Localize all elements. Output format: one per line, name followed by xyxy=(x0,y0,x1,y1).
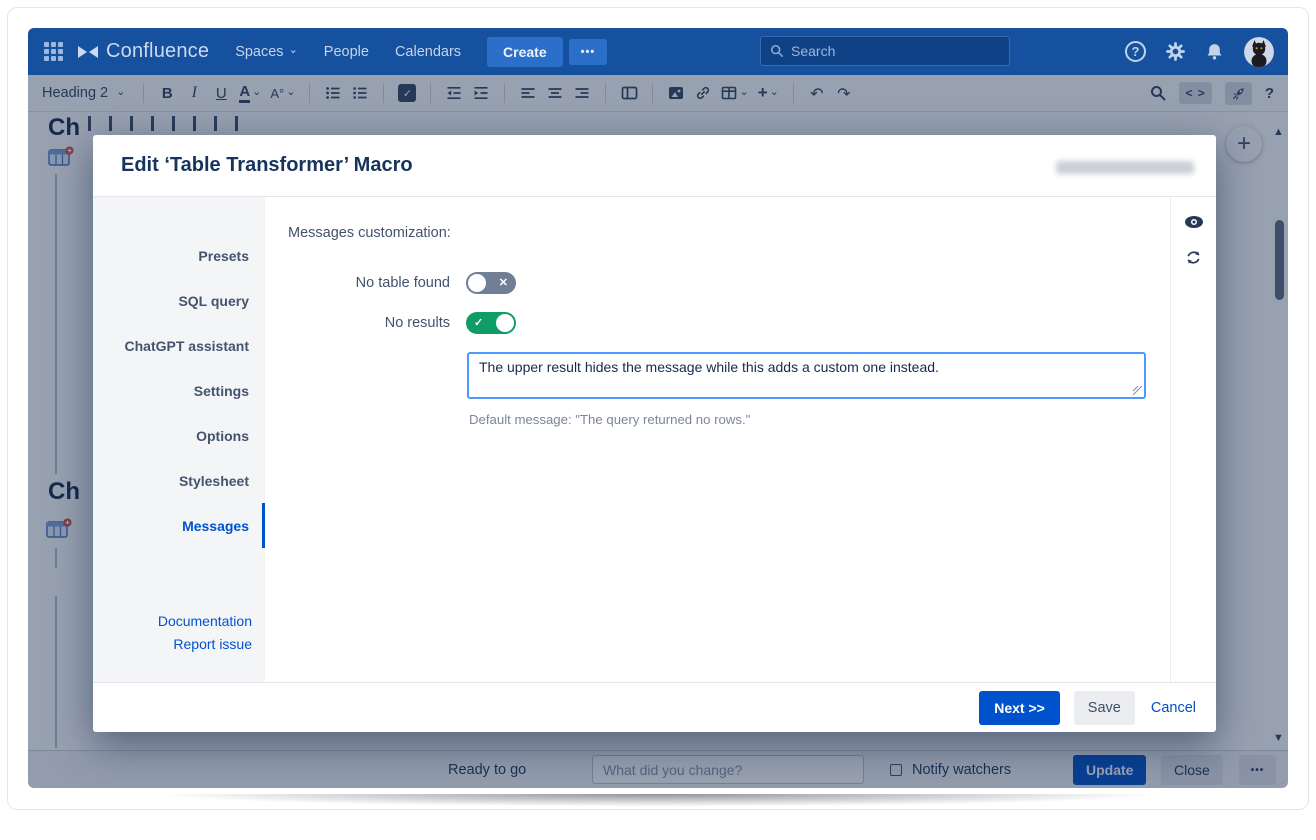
toggle-row-no-results: No results ✓ xyxy=(288,312,1170,334)
cancel-button[interactable]: Cancel xyxy=(1151,700,1196,716)
resize-handle[interactable] xyxy=(1133,386,1142,395)
help-icon[interactable]: ? xyxy=(1125,41,1146,62)
sidebar-item-presets[interactable]: Presets xyxy=(93,233,265,278)
sidebar-item-stylesheet[interactable]: Stylesheet xyxy=(93,458,265,503)
no-results-toggle[interactable]: ✓ xyxy=(466,312,516,334)
browser-ui: Confluence Spaces ⌄ People Calendars Crea… xyxy=(28,28,1288,788)
nav-spaces[interactable]: Spaces ⌄ xyxy=(235,44,298,60)
no-table-found-toggle[interactable]: ✕ xyxy=(466,272,516,294)
avatar-cat-image xyxy=(1244,36,1274,67)
toggle-knob xyxy=(468,274,486,292)
sidebar-item-sql-query[interactable]: SQL query xyxy=(93,278,265,323)
redacted-version-text xyxy=(1056,161,1194,174)
nav-more-button[interactable]: ••• xyxy=(568,38,608,65)
cross-icon: ✕ xyxy=(498,277,508,289)
toggle-label: No table found xyxy=(355,275,450,291)
confluence-mark-icon xyxy=(78,45,98,58)
toggle-knob xyxy=(496,314,514,332)
report-issue-link[interactable]: Report issue xyxy=(93,633,252,656)
refresh-icon[interactable] xyxy=(1185,249,1202,266)
search-icon xyxy=(770,44,784,58)
toggle-rows: No table found ✕ No results ✓ xyxy=(288,272,1170,334)
framed-screenshot: Confluence Spaces ⌄ People Calendars Crea… xyxy=(0,0,1316,840)
next-button[interactable]: Next >> xyxy=(979,690,1060,725)
dialog-title: Edit ‘Table Transformer’ Macro xyxy=(121,154,413,176)
macro-edit-dialog: Edit ‘Table Transformer’ Macro Presets S… xyxy=(93,135,1216,732)
bell-icon[interactable] xyxy=(1205,42,1224,61)
frame-shadow xyxy=(14,794,1302,820)
preview-eye-icon[interactable] xyxy=(1184,215,1204,229)
save-button[interactable]: Save xyxy=(1073,690,1135,725)
top-navbar: Confluence Spaces ⌄ People Calendars Crea… xyxy=(28,28,1288,75)
chevron-down-icon: ⌄ xyxy=(288,44,298,56)
toggle-row-no-table-found: No table found ✕ xyxy=(288,272,1170,294)
product-name: Confluence xyxy=(106,40,210,62)
custom-message-field-wrap: The upper result hides the message while… xyxy=(467,352,1146,399)
search-input[interactable] xyxy=(791,43,981,59)
nav-calendars[interactable]: Calendars xyxy=(395,44,461,60)
avatar[interactable] xyxy=(1244,36,1274,67)
section-label: Messages customization: xyxy=(288,225,451,241)
create-button[interactable]: Create xyxy=(487,36,563,67)
documentation-link[interactable]: Documentation xyxy=(93,610,252,633)
sidebar-item-settings[interactable]: Settings xyxy=(93,368,265,413)
app-grid-icon[interactable] xyxy=(44,42,63,61)
dialog-header: Edit ‘Table Transformer’ Macro xyxy=(93,135,1216,197)
dialog-body: Presets SQL query ChatGPT assistant Sett… xyxy=(93,197,1216,682)
confluence-logo[interactable]: Confluence xyxy=(77,40,209,63)
navbar-right: ? xyxy=(1125,28,1274,75)
dialog-sidebar: Presets SQL query ChatGPT assistant Sett… xyxy=(93,197,265,682)
dialog-main-panel: Messages customization: No table found ✕… xyxy=(265,197,1170,682)
sidebar-item-chatgpt-assistant[interactable]: ChatGPT assistant xyxy=(93,323,265,368)
sidebar-item-messages[interactable]: Messages xyxy=(93,503,265,548)
dialog-footer: Next >> Save Cancel xyxy=(93,682,1216,732)
nav-people[interactable]: People xyxy=(324,44,369,60)
toggle-label: No results xyxy=(384,315,450,331)
global-search[interactable] xyxy=(760,36,1010,66)
custom-message-textarea[interactable]: The upper result hides the message while… xyxy=(467,352,1146,399)
sidebar-links: Documentation Report issue xyxy=(93,610,265,682)
check-icon: ✓ xyxy=(474,317,484,329)
default-message-hint: Default message: "The query returned no … xyxy=(469,412,751,427)
sidebar-item-options[interactable]: Options xyxy=(93,413,265,458)
dialog-icon-rail xyxy=(1170,197,1216,682)
gear-icon[interactable] xyxy=(1166,42,1185,61)
